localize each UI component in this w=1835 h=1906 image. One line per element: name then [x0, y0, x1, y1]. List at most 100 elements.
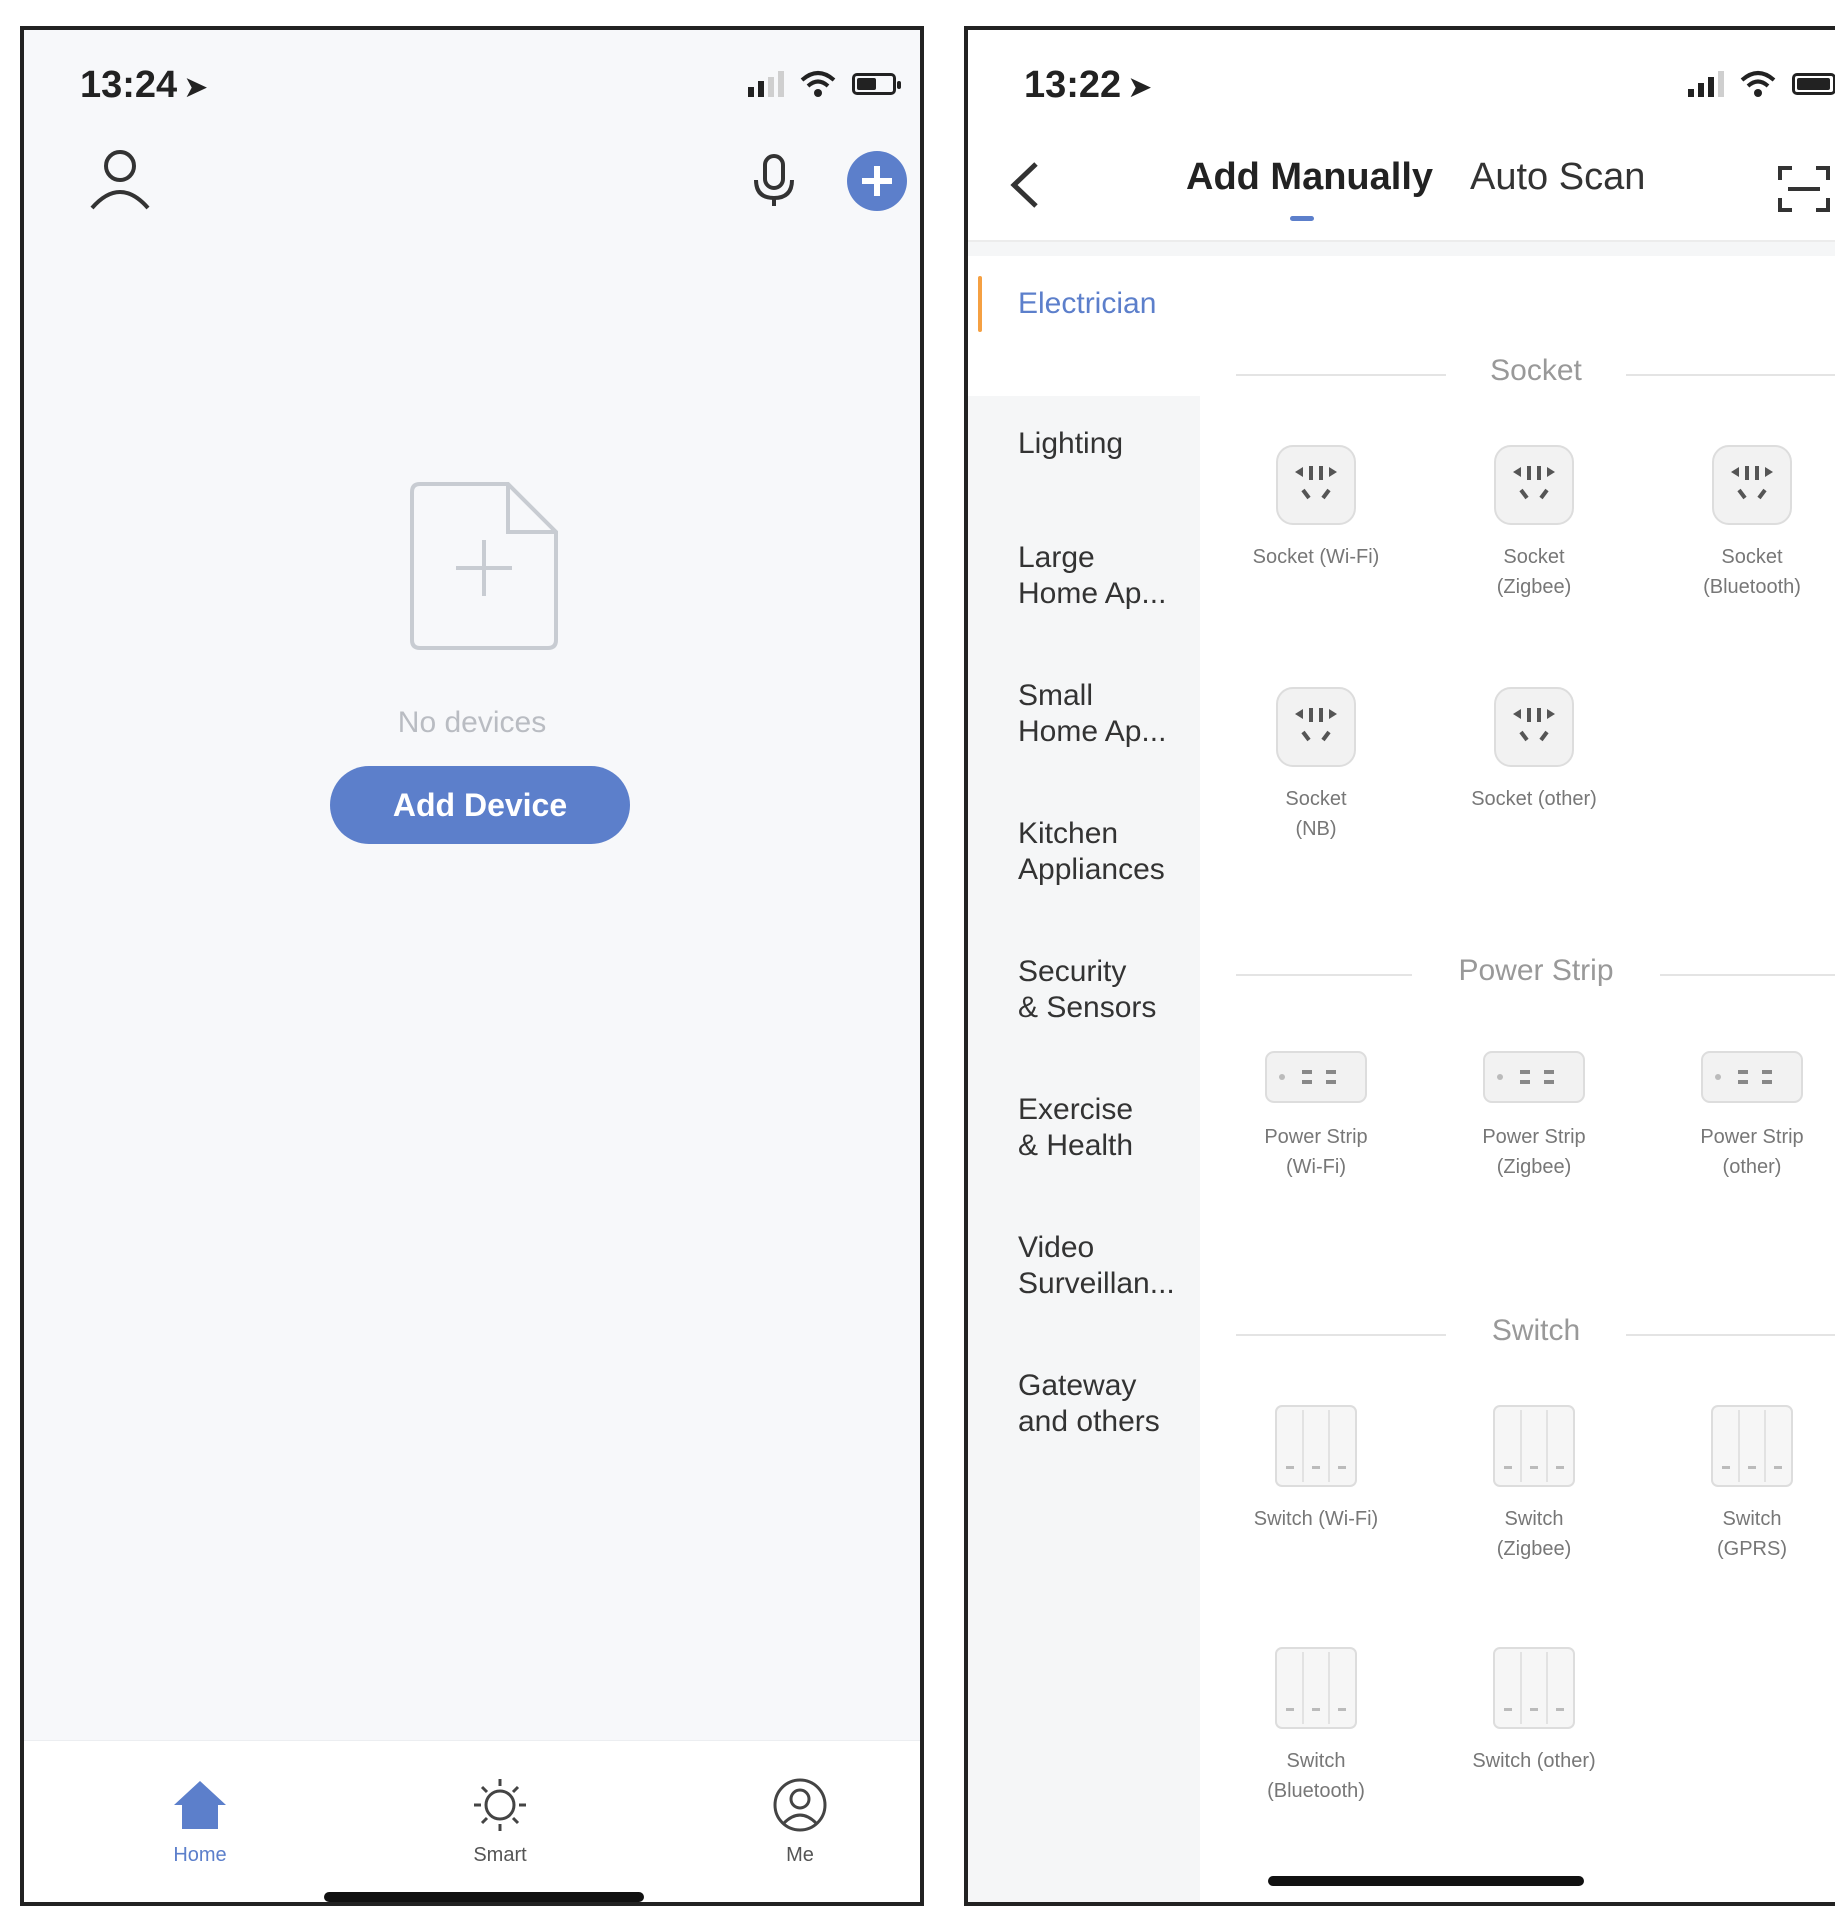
device-label: Socket [1503, 546, 1565, 568]
tab-me-label: Me [786, 1844, 814, 1866]
tab-auto-scan[interactable]: Auto Scan [1470, 156, 1645, 199]
plus-circle-icon[interactable] [844, 148, 910, 214]
device-label: Switch [1722, 1508, 1782, 1530]
sidebar-item-label: Home Ap... [1018, 715, 1167, 748]
section-divider [1626, 1334, 1835, 1336]
sidebar-item-large-home-appliances[interactable]: Large Home Ap... [1018, 540, 1166, 612]
socket-icon [1276, 687, 1356, 767]
wifi-icon [1740, 71, 1776, 97]
home-icon [174, 1781, 226, 1829]
device-label: (Zigbee) [1496, 576, 1572, 598]
wall-switch-icon [1493, 1405, 1575, 1487]
sidebar-item-label: Exercise [1018, 1093, 1134, 1126]
sidebar-item-electrician[interactable]: Electrician [1018, 286, 1156, 322]
status-icons [748, 70, 901, 98]
device-socket-zigbee[interactable]: Socket (Zigbee) [1434, 442, 1634, 602]
device-socket-bluetooth[interactable]: Socket (Bluetooth) [1652, 442, 1835, 602]
sidebar-item-kitchen-appliances[interactable]: Kitchen Appliances [1018, 816, 1165, 888]
user-icon[interactable] [84, 142, 156, 214]
sidebar-item-label: Video [1018, 1231, 1095, 1264]
tab-smart[interactable]: Smart [420, 1777, 580, 1867]
socket-icon [1276, 445, 1356, 525]
sidebar-item-label: Lighting [1018, 427, 1124, 460]
device-label: Switch [1504, 1508, 1564, 1530]
empty-state-message: No devices [397, 706, 547, 739]
power-strip-icon [1701, 1051, 1803, 1103]
device-power-strip-zigbee[interactable]: Power Strip (Zigbee) [1434, 1046, 1634, 1182]
device-catalog: Socket Socket (Wi-Fi) Socket (Zigbee) Soc… [1200, 256, 1835, 1902]
device-socket-wifi[interactable]: Socket (Wi-Fi) [1216, 442, 1416, 572]
device-switch-zigbee[interactable]: Switch (Zigbee) [1434, 1402, 1634, 1564]
device-switch-wifi[interactable]: Switch (Wi-Fi) [1216, 1402, 1416, 1534]
device-switch-gprs[interactable]: Switch (GPRS) [1652, 1402, 1835, 1564]
sidebar-item-gateway-others[interactable]: Gateway and others [1018, 1368, 1160, 1440]
battery-icon [852, 73, 901, 95]
wall-switch-icon [1711, 1405, 1793, 1487]
power-strip-icon [1483, 1051, 1585, 1103]
device-label: Power Strip [1700, 1126, 1804, 1148]
sidebar-item-label: Kitchen [1018, 817, 1119, 850]
status-time-text: 13:24 [80, 64, 178, 106]
sidebar-item-label: Electrician [1018, 287, 1157, 320]
home-screen-phone: 13:24 ➤ No devices Add Device Home Smart… [20, 26, 924, 1906]
section-divider [1626, 374, 1835, 376]
sidebar-item-label: & Health [1018, 1129, 1134, 1162]
device-label: (GPRS) [1717, 1538, 1787, 1560]
tab-me[interactable]: Me [720, 1777, 880, 1867]
section-divider [1236, 974, 1412, 976]
battery-icon [1792, 73, 1835, 95]
sidebar-item-label: Gateway [1018, 1369, 1137, 1402]
device-label: Socket [1721, 546, 1783, 568]
device-socket-other[interactable]: Socket (other) [1434, 684, 1634, 814]
device-label: (Wi-Fi) [1286, 1156, 1346, 1178]
cellular-signal-icon [1688, 71, 1724, 97]
socket-icon [1712, 445, 1792, 525]
wall-switch-icon [1275, 1405, 1357, 1487]
device-label: Switch [1286, 1750, 1346, 1772]
tab-add-manually[interactable]: Add Manually [1186, 156, 1433, 199]
tab-home[interactable]: Home [120, 1777, 280, 1867]
header-divider [968, 240, 1835, 242]
back-chevron-icon[interactable] [1004, 158, 1044, 212]
section-title-switch: Switch [1491, 1314, 1581, 1347]
sidebar-item-label: & Sensors [1018, 991, 1157, 1024]
device-switch-bluetooth[interactable]: Switch (Bluetooth) [1216, 1644, 1416, 1806]
device-label: (NB) [1295, 818, 1337, 840]
microphone-icon[interactable] [744, 150, 804, 210]
home-indicator [324, 1892, 644, 1902]
device-switch-other[interactable]: Switch (other) [1434, 1644, 1634, 1776]
sidebar-item-security-sensors[interactable]: Security & Sensors [1018, 954, 1156, 1026]
sidebar-item-small-home-appliances[interactable]: Small Home Ap... [1018, 678, 1166, 750]
empty-document-icon [410, 482, 558, 650]
device-label: Socket [1285, 788, 1347, 810]
add-device-button[interactable]: Add Device [330, 766, 630, 844]
wall-switch-icon [1275, 1647, 1357, 1729]
status-time: 13:24 ➤ [80, 64, 208, 107]
sidebar-item-lighting[interactable]: Lighting [1018, 426, 1123, 462]
device-label: Power Strip [1264, 1126, 1368, 1148]
sidebar-item-label: Large [1018, 541, 1095, 574]
category-sidebar [968, 256, 1200, 1902]
sidebar-item-video-surveillance[interactable]: Video Surveillan... [1018, 1230, 1175, 1302]
section-divider [1236, 1334, 1446, 1336]
tab-home-label: Home [173, 1844, 227, 1866]
tab-smart-label: Smart [473, 1844, 527, 1866]
sidebar-item-label: Security [1018, 955, 1127, 988]
sidebar-active-bg [968, 256, 1200, 396]
cellular-signal-icon [748, 71, 784, 97]
device-label: (Bluetooth) [1267, 1780, 1365, 1802]
device-power-strip-other[interactable]: Power Strip (other) [1652, 1046, 1835, 1182]
sidebar-item-label: Home Ap... [1018, 577, 1167, 610]
add-device-phone: 13:22 ➤ Add Manually Auto Scan Electricia… [964, 26, 1835, 1906]
section-title-power-strip: Power Strip [1458, 954, 1614, 987]
sidebar-item-exercise-health[interactable]: Exercise & Health [1018, 1092, 1133, 1164]
scan-icon[interactable] [1776, 164, 1832, 214]
wall-switch-icon [1493, 1647, 1575, 1729]
sidebar-item-label: Surveillan... [1018, 1267, 1175, 1300]
device-socket-nb[interactable]: Socket (NB) [1216, 684, 1416, 844]
status-bar: 13:22 ➤ [968, 30, 1835, 140]
device-label: Socket (Wi-Fi) [1252, 546, 1380, 568]
section-title-socket: Socket [1490, 354, 1582, 387]
device-label: (Zigbee) [1496, 1538, 1572, 1560]
device-power-strip-wifi[interactable]: Power Strip (Wi-Fi) [1216, 1046, 1416, 1182]
